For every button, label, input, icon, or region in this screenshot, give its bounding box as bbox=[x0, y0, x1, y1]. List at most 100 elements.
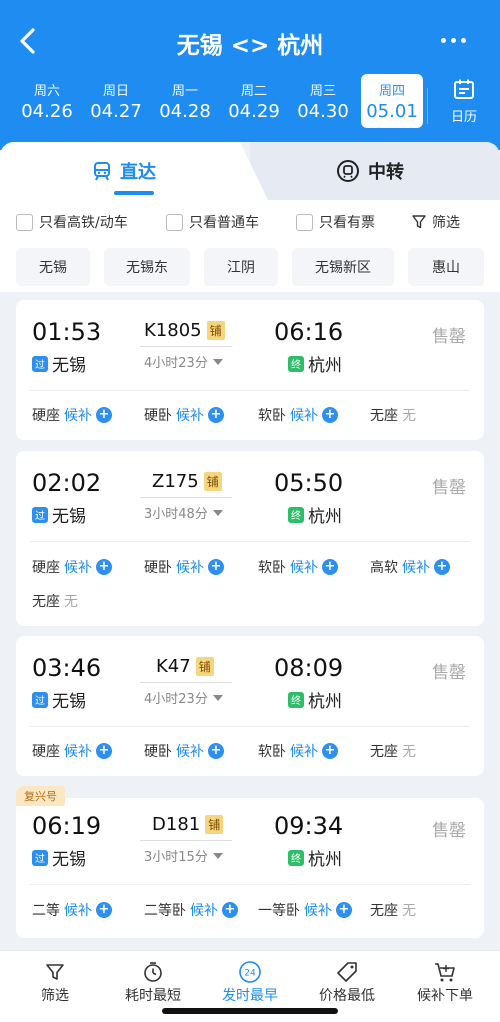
seat-option[interactable]: 硬卧 候补 + bbox=[144, 405, 224, 425]
to-station: 终杭州 bbox=[288, 351, 342, 376]
bunk-badge: 铺 bbox=[205, 815, 224, 834]
pass-tag: 过 bbox=[32, 849, 48, 866]
filter-area: 只看高铁/动车 只看普通车 只看有票 筛选 无锡 无锡东 江阴 无锡新区 惠山 bbox=[0, 200, 500, 292]
to-station-name: 杭州 bbox=[308, 692, 342, 712]
seat-state: 候补 bbox=[64, 744, 92, 760]
duration[interactable]: 3小时48分 bbox=[144, 503, 223, 522]
seat-option[interactable]: 硬座 候补 + bbox=[32, 557, 112, 577]
seat-state: 候补 bbox=[304, 903, 332, 919]
from-station: 过无锡 bbox=[32, 687, 86, 712]
seat-state: 无 bbox=[402, 903, 416, 919]
seat-option[interactable]: 高软 候补 + bbox=[370, 557, 450, 577]
divider bbox=[30, 726, 470, 727]
seat-state: 候补 bbox=[176, 560, 204, 576]
train-number-text: D181 bbox=[152, 814, 201, 835]
plus-icon: + bbox=[96, 559, 112, 575]
to-station: 终杭州 bbox=[288, 502, 342, 527]
seat-option: 无座无 bbox=[370, 900, 416, 920]
seat-option[interactable]: 软卧 候补 + bbox=[258, 405, 338, 425]
seat-option[interactable]: 二等 候补 + bbox=[32, 900, 112, 920]
checkbox-youpiao[interactable]: 只看有票 bbox=[296, 212, 375, 232]
train-number: Z175 铺 bbox=[152, 471, 222, 492]
date-item[interactable]: 周一 04.28 bbox=[154, 74, 216, 130]
seat-name: 硬座 bbox=[32, 408, 60, 424]
seat-state: 候补 bbox=[290, 744, 318, 760]
station-chip[interactable]: 无锡东 bbox=[104, 248, 190, 286]
date-value: 04.27 bbox=[90, 101, 142, 122]
seat-option[interactable]: 二等卧 候补 + bbox=[144, 900, 238, 920]
train-card[interactable]: 03:46 K47 铺 4小时23分 08:09 售罄 过无锡 终杭州 硬座 候补 +… bbox=[16, 636, 484, 776]
calendar-button[interactable]: 日历 bbox=[442, 78, 486, 128]
sort-shortest-label: 耗时最短 bbox=[125, 988, 181, 1004]
checkbox-putong[interactable]: 只看普通车 bbox=[166, 212, 259, 232]
duration[interactable]: 4小时23分 bbox=[144, 688, 223, 707]
date-item[interactable]: 周日 04.27 bbox=[85, 74, 147, 130]
bunk-badge: 铺 bbox=[203, 472, 222, 491]
divider bbox=[30, 390, 470, 391]
seat-name: 二等 bbox=[32, 903, 60, 919]
train-card[interactable]: 01:53 K1805 铺 4小时23分 06:16 售罄 过无锡 终杭州 硬座候… bbox=[16, 300, 484, 440]
bottom-filter-button[interactable]: 筛选 bbox=[5, 959, 105, 1005]
station-chip[interactable]: 江阴 bbox=[204, 248, 278, 286]
filter-button[interactable]: 筛选 bbox=[412, 212, 460, 232]
duration-line bbox=[140, 346, 232, 347]
checkbox-label: 只看有票 bbox=[319, 215, 375, 231]
header: 无锡 <> 杭州 周六 04.26 周日 04.27 周一 04.28 周二 04.29… bbox=[0, 0, 500, 150]
tab-transfer[interactable]: 中转 bbox=[336, 158, 404, 184]
date-item[interactable]: 周三 04.30 bbox=[292, 74, 354, 130]
train-card[interactable]: 复兴号 06:19 D181 铺 3小时15分 09:34 售罄 过无锡 终杭州 … bbox=[16, 786, 484, 938]
from-station-name: 无锡 bbox=[52, 850, 86, 870]
date-weekday: 周日 bbox=[102, 84, 129, 99]
to-station-name: 杭州 bbox=[308, 850, 342, 870]
seat-state: 无 bbox=[64, 594, 78, 610]
depart-time: 02:02 bbox=[32, 469, 102, 497]
date-item-selected[interactable]: 周四 05.01 bbox=[361, 74, 423, 128]
seat-name: 硬卧 bbox=[144, 408, 172, 424]
sort-earliest-button[interactable]: 24 发时最早 bbox=[200, 959, 300, 1005]
plus-icon: + bbox=[208, 407, 224, 423]
date-item[interactable]: 周二 04.29 bbox=[223, 74, 285, 130]
seat-option[interactable]: 硬卧 候补 + bbox=[144, 557, 224, 577]
from-station: 过无锡 bbox=[32, 845, 86, 870]
seat-name: 软卧 bbox=[258, 560, 286, 576]
train-number-text: K47 bbox=[156, 656, 191, 677]
date-item[interactable]: 周六 04.26 bbox=[16, 74, 78, 130]
duration[interactable]: 4小时23分 bbox=[144, 352, 223, 371]
station-chip[interactable]: 惠山 bbox=[408, 248, 484, 286]
clock-24-text: 24 bbox=[244, 969, 256, 979]
station-chip[interactable]: 无锡 bbox=[16, 248, 90, 286]
seat-option[interactable]: 一等卧 候补 + bbox=[258, 900, 352, 920]
waitlist-order-button[interactable]: 候补下单 bbox=[395, 959, 495, 1005]
seat-option[interactable]: 硬卧 候补 + bbox=[144, 741, 224, 761]
plus-icon: + bbox=[208, 559, 224, 575]
tab-direct[interactable]: 直达 bbox=[92, 158, 156, 184]
seat-option[interactable]: 硬座 候补 + bbox=[32, 741, 112, 761]
duration[interactable]: 3小时15分 bbox=[144, 846, 223, 865]
sort-shortest-button[interactable]: 耗时最短 bbox=[103, 959, 203, 1005]
station-chip[interactable]: 无锡新区 bbox=[292, 248, 394, 286]
nav-bar: 无锡 <> 杭州 bbox=[0, 18, 500, 64]
date-value: 04.29 bbox=[228, 101, 280, 122]
date-weekday: 周三 bbox=[309, 84, 336, 99]
seat-state: 候补 bbox=[176, 744, 204, 760]
train-card[interactable]: 02:02 Z175 铺 3小时48分 05:50 售罄 过无锡 终杭州 硬座 候补… bbox=[16, 451, 484, 626]
depart-time: 06:19 bbox=[32, 812, 102, 840]
plus-icon: + bbox=[322, 559, 338, 575]
divider bbox=[30, 884, 470, 885]
sort-cheapest-button[interactable]: 价格最低 bbox=[297, 959, 397, 1005]
plus-icon: + bbox=[208, 743, 224, 759]
date-weekday: 周六 bbox=[33, 84, 60, 99]
tab-active-indicator bbox=[114, 191, 154, 195]
checkbox-gaotie[interactable]: 只看高铁/动车 bbox=[16, 212, 128, 232]
seat-option[interactable]: 硬座 候补 + bbox=[32, 405, 112, 425]
timer-icon bbox=[144, 962, 162, 982]
calendar-icon bbox=[454, 79, 474, 99]
seat-option[interactable]: 软卧 候补 + bbox=[258, 741, 338, 761]
seat-option[interactable]: 软卧 候补 + bbox=[258, 557, 338, 577]
from-station-name: 无锡 bbox=[52, 507, 86, 527]
sort-earliest-label: 发时最早 bbox=[222, 988, 278, 1004]
seat-name: 无座 bbox=[370, 903, 398, 919]
more-menu-button[interactable] bbox=[441, 38, 466, 43]
seat-name: 无座 bbox=[370, 744, 398, 760]
plus-icon: + bbox=[96, 743, 112, 759]
